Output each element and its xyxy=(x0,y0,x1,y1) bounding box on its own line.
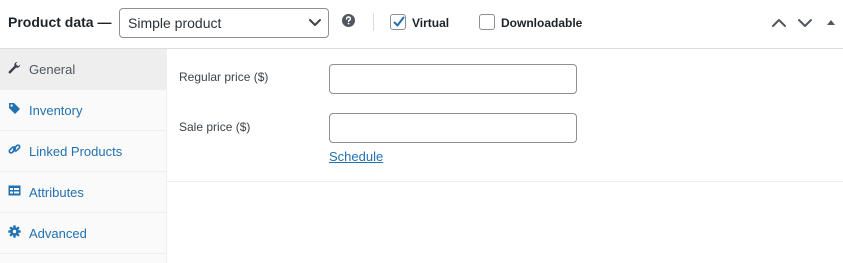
toggle-panel-icon[interactable] xyxy=(823,15,839,31)
checkmark-icon xyxy=(393,16,405,27)
tab-linked-products-label: Linked Products xyxy=(29,144,123,159)
panel-header: Product data — Simple product Virtual Do… xyxy=(0,0,843,49)
wrench-icon xyxy=(8,61,21,74)
virtual-label[interactable]: Virtual xyxy=(412,16,449,30)
tab-attributes[interactable]: Attributes xyxy=(0,172,166,213)
schedule-link[interactable]: Schedule xyxy=(329,149,383,164)
table-icon xyxy=(8,185,21,196)
tab-inventory[interactable]: Inventory xyxy=(0,90,166,131)
tab-advanced-label: Advanced xyxy=(29,226,87,241)
tab-advanced[interactable]: Advanced xyxy=(0,213,166,254)
virtual-checkbox[interactable] xyxy=(390,14,406,30)
product-data-tabs: General Inventory Linked Products Attrib… xyxy=(0,49,167,263)
tab-linked-products[interactable]: Linked Products xyxy=(0,131,166,172)
chevron-down-icon xyxy=(309,19,321,26)
sale-price-input[interactable] xyxy=(329,113,577,143)
product-data-panel: Product data — Simple product Virtual Do… xyxy=(0,0,843,263)
tab-general-label: General xyxy=(29,62,76,77)
regular-price-label: Regular price ($) xyxy=(179,70,269,84)
general-panel: Regular price ($) Sale price ($) Schedul… xyxy=(167,49,843,263)
link-icon xyxy=(8,144,21,154)
help-icon[interactable] xyxy=(342,14,355,27)
tab-general[interactable]: General xyxy=(0,49,166,90)
move-up-icon[interactable] xyxy=(771,15,787,31)
move-down-icon[interactable] xyxy=(797,15,813,31)
tab-attributes-label: Attributes xyxy=(29,185,84,200)
header-separator xyxy=(373,13,374,31)
product-type-select[interactable]: Simple product xyxy=(119,8,329,38)
tab-inventory-label: Inventory xyxy=(29,103,83,118)
downloadable-checkbox[interactable] xyxy=(479,14,495,30)
panel-title: Product data — xyxy=(8,14,112,30)
tag-icon xyxy=(9,103,20,114)
pricing-fields: Regular price ($) Sale price ($) Schedul… xyxy=(167,49,843,182)
sale-price-label: Sale price ($) xyxy=(179,120,251,134)
regular-price-input[interactable] xyxy=(329,64,577,94)
product-type-value: Simple product xyxy=(128,15,222,31)
gear-icon xyxy=(8,225,21,238)
downloadable-label[interactable]: Downloadable xyxy=(501,16,582,30)
